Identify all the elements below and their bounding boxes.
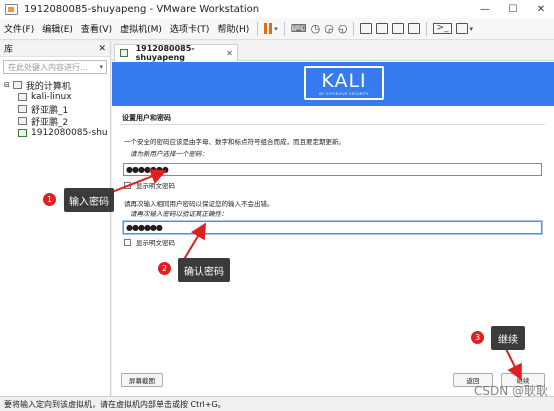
- tree-item-label: 1912080085-shu: [31, 128, 108, 138]
- vm-icon: [18, 105, 27, 113]
- thumbnail-bar-button[interactable]: [374, 20, 390, 38]
- minimize-button[interactable]: —: [470, 0, 500, 18]
- menu-help[interactable]: 帮助(H): [213, 22, 253, 35]
- vm-content-area: 1912080085-shuyapeng ✕ KALI BY OFFENSIVE…: [112, 41, 554, 396]
- vm-tree: ⊟ 我的计算机 kali-linux 舒亚鹏_1 舒亚鹏_2 191208008…: [0, 79, 110, 139]
- running-vm-icon: [120, 49, 128, 57]
- confirm-password-input[interactable]: ●●●●●●: [123, 221, 542, 234]
- menu-edit[interactable]: 编辑(E): [38, 22, 77, 35]
- annotation-label-2: 确认密码: [178, 258, 230, 282]
- title-bar: 1912080085-shuyapeng - VMware Workstatio…: [0, 0, 554, 18]
- terminal-button[interactable]: >_: [431, 20, 453, 38]
- annotation-badge-1: 1: [43, 193, 56, 206]
- confirm-password-label: 请再次输入密码以验证其正确性：: [130, 210, 228, 218]
- kali-logo-word: KALI: [321, 70, 367, 92]
- page-title: 设置用户和密码: [122, 114, 171, 122]
- tab-label: 1912080085-shuyapeng: [135, 44, 195, 62]
- annotation-label-1: 输入密码: [64, 188, 114, 212]
- show-password-row-2[interactable]: 显示明文密码: [124, 237, 175, 247]
- csdn-watermark: CSDN @耿耿: [473, 384, 548, 398]
- toolbar-separator: [283, 21, 285, 36]
- tab-close-icon[interactable]: ✕: [226, 49, 233, 58]
- password-panel: 一个安全的密码应该是由字母、数字和标点符号组合而成，而且要定期更新。 请为新用户…: [120, 124, 545, 362]
- tree-item-label: kali-linux: [31, 92, 72, 102]
- tree-root-label: 我的计算机: [25, 81, 71, 92]
- library-panel: 库 ✕ 在此处键入内容进行... ▾ ⊟ 我的计算机 kali-linux 舒亚…: [0, 41, 111, 396]
- terminal-icon: >_: [433, 23, 452, 34]
- confirm-intro-text: 请再次输入相同用户密码以保证您的输入不会出错。: [124, 200, 274, 208]
- toolbar-separator: [426, 21, 428, 36]
- search-dropdown-icon[interactable]: ▾: [99, 63, 106, 71]
- menu-view[interactable]: 查看(V): [77, 22, 116, 35]
- tab-vm[interactable]: 1912080085-shuyapeng ✕: [114, 44, 238, 62]
- show-password-label: 显示明文密码: [136, 182, 175, 190]
- sidebar-icon: [360, 23, 373, 34]
- menu-vm[interactable]: 虚拟机(M): [116, 22, 166, 35]
- vm-tab-bar: 1912080085-shuyapeng ✕: [112, 41, 554, 62]
- fullscreen-icon: [408, 23, 421, 34]
- pause-dropdown-icon: ▾: [274, 24, 278, 33]
- send-ctrl-alt-del-button[interactable]: ⌨: [289, 20, 309, 38]
- menu-file[interactable]: 文件(F): [0, 22, 38, 35]
- console-view-button[interactable]: [390, 20, 406, 38]
- snapshot-button[interactable]: ◷: [309, 20, 323, 38]
- library-toggle-button[interactable]: [358, 20, 374, 38]
- search-placeholder: 在此处键入内容进行...: [8, 62, 88, 72]
- stretch-guest-button[interactable]: ▾: [454, 20, 476, 38]
- stretch-dropdown-icon: ▾: [469, 24, 474, 33]
- status-text: 要将输入定向到该虚拟机，请在虚拟机内部单击或按 Ctrl+G。: [4, 399, 226, 409]
- keyboard-icon: ⌨: [290, 22, 307, 35]
- revert-clock-icon: ◶: [324, 22, 334, 35]
- maximize-button[interactable]: ☐: [498, 0, 528, 18]
- show-password-checkbox-2[interactable]: [124, 238, 131, 246]
- annotation-badge-3: 3: [471, 331, 484, 344]
- tree-root[interactable]: ⊟ 我的计算机: [0, 79, 110, 92]
- revert-snapshot-button[interactable]: ◶: [322, 20, 336, 38]
- running-vm-icon: [18, 129, 27, 137]
- vmware-app-icon: [4, 3, 18, 15]
- toolbar-separator: [257, 21, 259, 36]
- new-password-input[interactable]: ●●●●●●●: [123, 163, 542, 176]
- kali-logo: KALI BY OFFENSIVE SECURITY: [304, 66, 384, 100]
- snapshot-manager-icon: ◵: [337, 22, 348, 35]
- close-button[interactable]: ✕: [526, 0, 554, 18]
- status-bar: 要将输入定向到该虚拟机，请在虚拟机内部单击或按 Ctrl+G。: [0, 396, 554, 411]
- vm-icon: [18, 117, 27, 125]
- tree-item-label: 舒亚鹏_2: [31, 117, 69, 128]
- show-password-row[interactable]: 显示明文密码: [124, 180, 175, 190]
- tree-item-kali-linux[interactable]: kali-linux: [0, 91, 110, 103]
- annotation-label-3: 继续: [491, 326, 525, 350]
- full-screen-button[interactable]: [406, 20, 422, 38]
- computer-icon: [12, 81, 22, 89]
- pause-button[interactable]: ▾: [262, 20, 280, 38]
- library-close-button[interactable]: ✕: [98, 44, 106, 54]
- window-title: 1912080085-shuyapeng - VMware Workstatio…: [24, 3, 260, 15]
- screenshot-button[interactable]: 屏幕截图: [121, 373, 163, 387]
- pause-icon: [264, 23, 273, 34]
- annotation-badge-2: 2: [158, 262, 171, 275]
- show-password-label-2: 显示明文密码: [136, 239, 175, 247]
- toolbar-separator: [353, 21, 355, 36]
- intro-text: 一个安全的密码应该是由字母、数字和标点符号组合而成，而且要定期更新。: [124, 138, 345, 146]
- tree-item-shuyapeng-1[interactable]: 舒亚鹏_1: [0, 103, 110, 116]
- menu-toolbar: 文件(F) 编辑(E) 查看(V) 虚拟机(M) 选项卡(T) 帮助(H) ▾ …: [0, 18, 554, 40]
- library-search-input[interactable]: 在此处键入内容进行... ▾: [3, 60, 107, 74]
- collapse-icon[interactable]: ⊟: [4, 81, 10, 89]
- tree-item-1912080085[interactable]: 1912080085-shu: [0, 127, 110, 139]
- kali-banner: KALI BY OFFENSIVE SECURITY: [112, 62, 554, 106]
- vm-icon: [18, 93, 27, 101]
- clock-icon: ◷: [310, 22, 321, 35]
- thumbnail-icon: [376, 23, 389, 34]
- show-password-checkbox[interactable]: [124, 181, 131, 189]
- snapshot-manager-button[interactable]: ◵: [336, 20, 350, 38]
- menu-tabs[interactable]: 选项卡(T): [166, 22, 214, 35]
- library-title: 库: [4, 45, 14, 55]
- new-password-label: 请为新用户选择一个密码：: [130, 150, 208, 158]
- stretch-icon: [455, 23, 468, 34]
- library-header: 库 ✕: [0, 41, 110, 57]
- kali-logo-subtitle: BY OFFENSIVE SECURITY: [319, 92, 369, 96]
- console-icon: [392, 23, 405, 34]
- tree-item-shuyapeng-2[interactable]: 舒亚鹏_2: [0, 115, 110, 128]
